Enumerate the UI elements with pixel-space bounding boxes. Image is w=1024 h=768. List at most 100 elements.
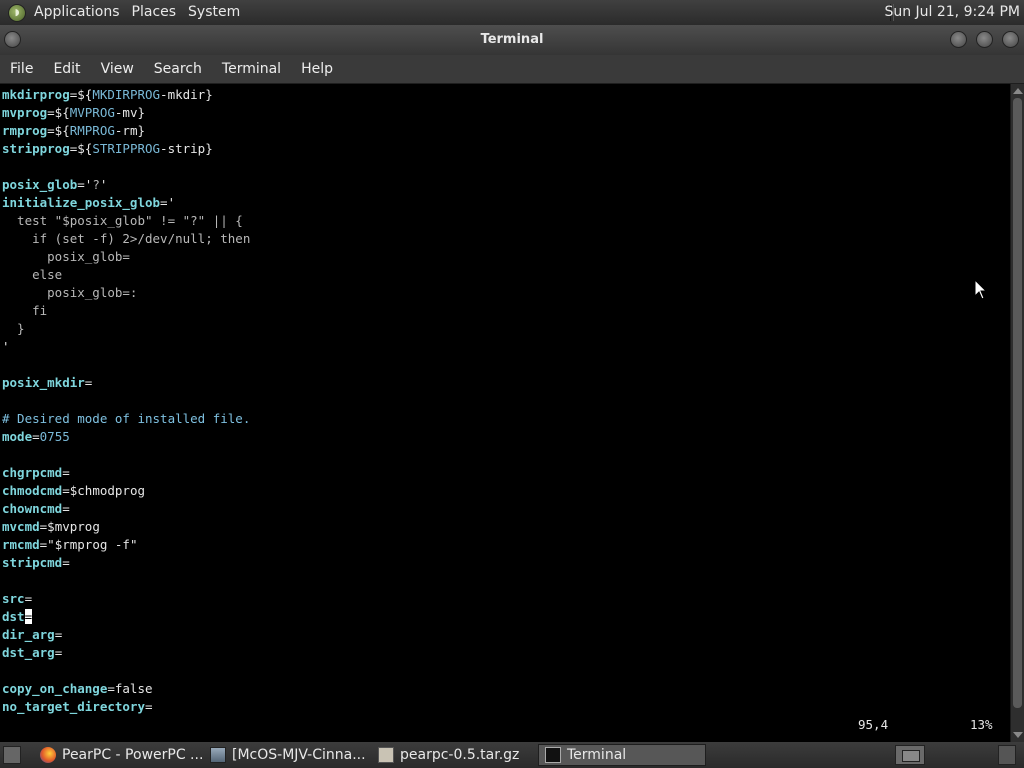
menu-search[interactable]: Search [144,55,212,83]
code-token: MKDIRPROG [92,87,161,102]
code-token: dst_arg [2,645,55,660]
window-title: Terminal [480,32,544,47]
terminal-line: dst_arg= [2,644,250,662]
code-token: dir_arg [2,627,55,642]
minimize-button[interactable] [950,31,967,48]
code-token: stripcmd [2,555,63,570]
cursor-position: 95,4 [858,717,889,732]
code-token: =' [160,195,176,210]
code-token: -strip} [160,141,213,156]
show-desktop-icon[interactable] [3,746,21,764]
task-screenshot[interactable]: [McOS-MJV-Cinna... [204,744,370,766]
terminal-icon [545,747,561,763]
distro-logo-icon[interactable]: ◗ [8,3,26,22]
code-token: ? [92,177,100,192]
task-firefox[interactable]: PearPC - PowerPC ... [34,744,202,766]
menu-view[interactable]: View [91,55,144,83]
menu-help[interactable]: Help [291,55,343,83]
terminal-line: posix_glob='?' [2,176,250,194]
close-button[interactable] [1002,31,1019,48]
code-token: = [145,699,153,714]
code-token: mode [2,429,33,444]
terminal-line: dir_arg= [2,626,250,644]
code-token: copy_on_change [2,681,108,696]
mouse-pointer-icon [974,279,988,300]
task-label: [McOS-MJV-Cinna... [232,747,366,763]
code-token: =$mvprog [39,519,100,534]
terminal-line: chmodcmd=$chmodprog [2,482,250,500]
code-token: mvprog [2,105,48,120]
code-token: =${ [47,105,70,120]
terminal-scrollbar[interactable] [1010,84,1024,742]
code-token: = [32,429,40,444]
code-token: ="$rmprog -f" [39,537,138,552]
terminal-line: # Desired mode of installed file. [2,410,250,428]
code-token: no_target_directory [2,699,145,714]
code-token: # Desired mode of installed file. [2,411,251,426]
task-label: pearpc-0.5.tar.gz [400,747,520,763]
code-token: = [62,555,70,570]
terminal-line: rmprog=${RMPROG-rm} [2,122,250,140]
applications-menu[interactable]: Applications [28,0,126,25]
terminal-view[interactable]: mkdirprog=${MKDIRPROG-mkdir} mvprog=${MVP… [0,84,1010,742]
code-token: =' [77,177,93,192]
firefox-icon [40,747,56,763]
panel-clock[interactable]: Sun Jul 21, 9:24 PM [884,0,1020,25]
menu-edit[interactable]: Edit [43,55,90,83]
code-token: posix_glob= [2,249,130,264]
menubar: File Edit View Search Terminal Help [0,55,1024,84]
code-token: = [24,591,33,606]
scrollbar-thumb[interactable] [1013,98,1022,708]
menu-file[interactable]: File [0,55,43,83]
code-token: else [2,267,63,282]
terminal-line: posix_glob=: [2,284,250,302]
maximize-button[interactable] [976,31,993,48]
code-token: ' [99,177,108,192]
task-terminal[interactable]: Terminal [538,744,706,766]
terminal-line: posix_glob= [2,248,250,266]
places-menu[interactable]: Places [126,0,183,25]
code-token: rmprog [2,123,48,138]
terminal-line: chowncmd= [2,500,250,518]
terminal-line: mvcmd=$mvprog [2,518,250,536]
code-token: initialize_posix_glob [2,195,161,210]
code-token: = [62,465,70,480]
terminal-line: mvprog=${MVPROG-mv} [2,104,250,122]
screenshot-app-icon [210,747,226,763]
code-token: if (set -f) 2>/dev/null; then [2,231,251,246]
code-token: STRIPPROG [92,141,161,156]
workspace-switcher[interactable] [895,745,925,765]
code-token: ' [2,339,10,354]
code-token: =${ [69,87,93,102]
terminal-line: src= [2,590,250,608]
window-titlebar[interactable]: Terminal [0,25,1024,55]
system-menu[interactable]: System [182,0,246,25]
task-label: Terminal [567,747,627,763]
terminal-line: rmcmd="$rmprog -f" [2,536,250,554]
code-token: posix_glob [2,177,78,192]
code-token: = [62,501,70,516]
code-token: posix_mkdir [2,375,85,390]
code-token: chgrpcmd [2,465,63,480]
terminal-line: no_target_directory= [2,698,250,716]
scroll-up-icon[interactable] [1013,88,1023,94]
code-token: =false [107,681,153,696]
terminal-line: if (set -f) 2>/dev/null; then [2,230,250,248]
task-archive[interactable]: pearpc-0.5.tar.gz [372,744,536,766]
terminal-lines: mkdirprog=${MKDIRPROG-mkdir} mvprog=${MVP… [2,86,250,716]
menu-terminal[interactable]: Terminal [212,55,291,83]
code-token: RMPROG [69,123,115,138]
terminal-line: dst= [2,608,250,626]
terminal-line: chgrpcmd= [2,464,250,482]
code-token: -rm} [114,123,145,138]
code-token: 0755 [39,429,70,444]
code-token: mkdirprog [2,87,70,102]
terminal-line: stripprog=${STRIPPROG-strip} [2,140,250,158]
trash-icon[interactable] [998,745,1016,765]
scroll-down-icon[interactable] [1013,732,1023,738]
